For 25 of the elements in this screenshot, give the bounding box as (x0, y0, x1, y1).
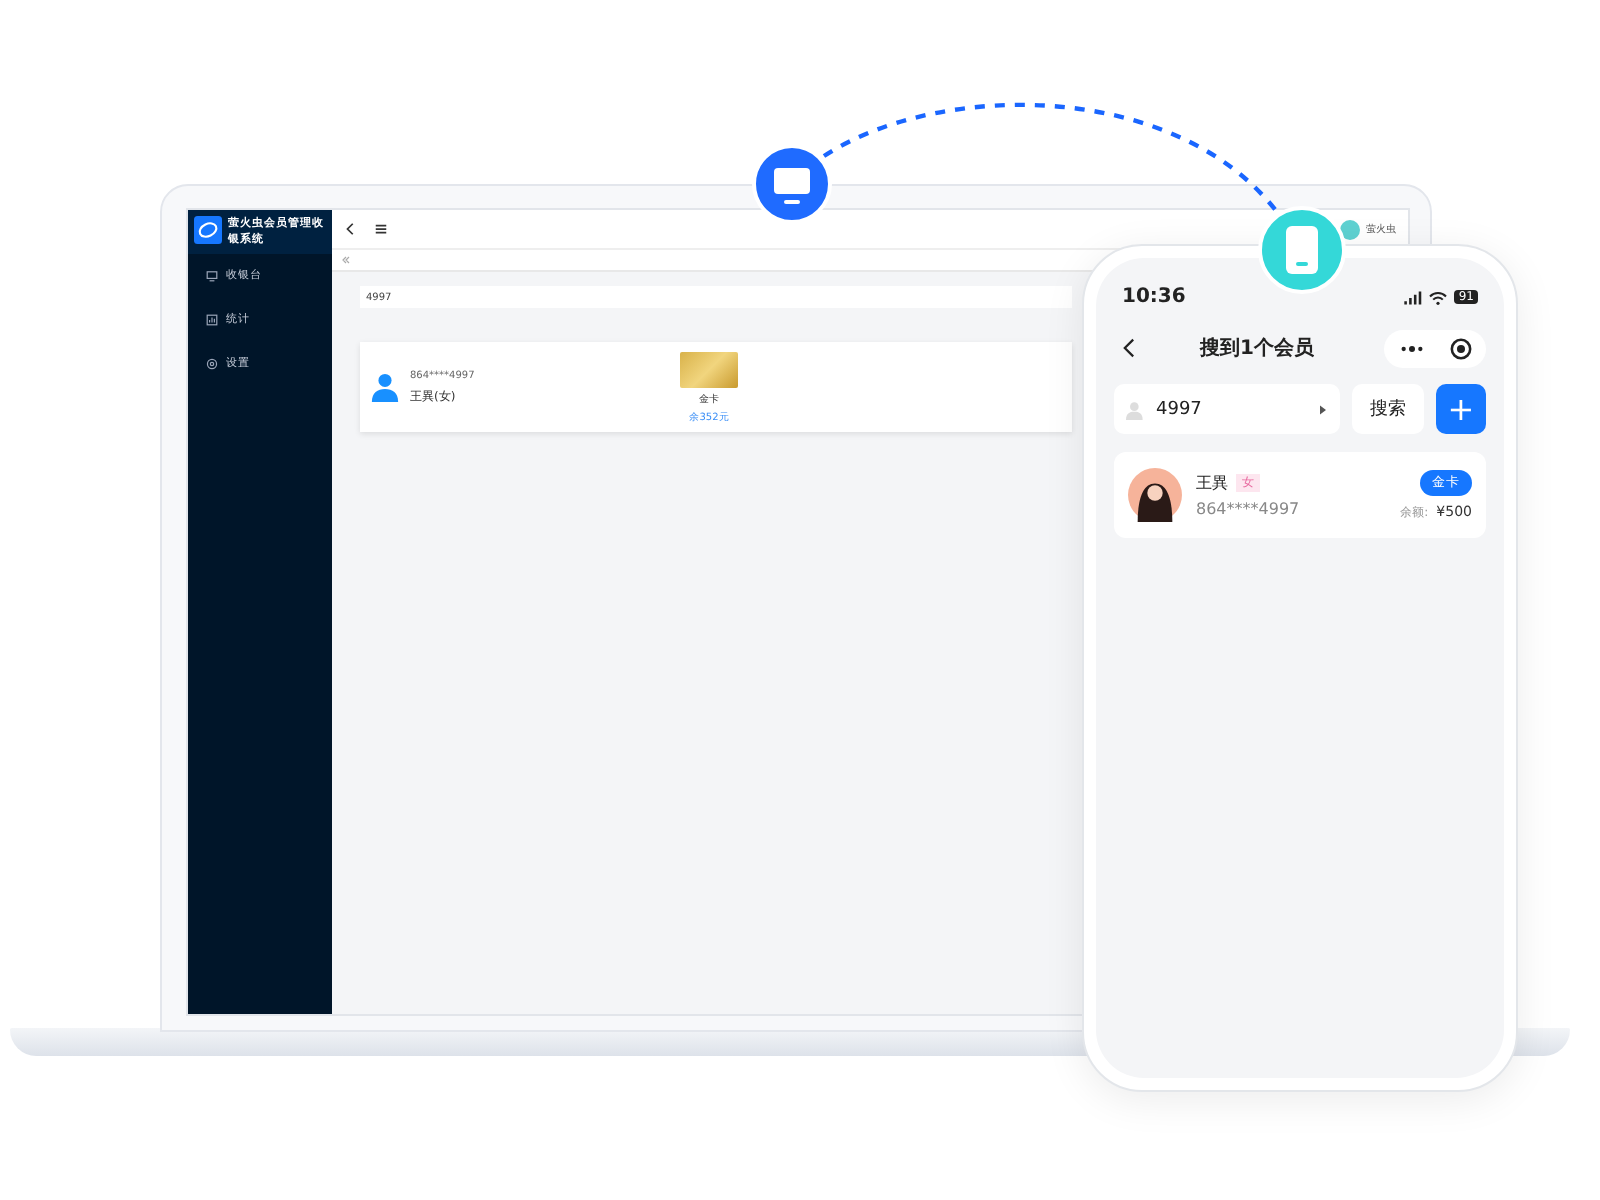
logo-icon (194, 216, 222, 244)
back-icon[interactable] (1122, 336, 1136, 360)
avatar-icon (1128, 468, 1182, 522)
member-name: 王異 (1196, 472, 1228, 494)
settings-icon (206, 357, 218, 369)
page-title: 搜到1个会员 (1200, 335, 1314, 362)
collapse-icon[interactable] (344, 222, 358, 236)
member-phone: 864****4997 (1196, 500, 1300, 518)
search-field[interactable]: 4997 (1114, 384, 1340, 434)
chart-icon (206, 313, 218, 325)
monitor-icon (206, 269, 218, 281)
card-image (680, 351, 738, 387)
search-button[interactable]: 搜索 (1352, 384, 1424, 434)
avatar-icon (1340, 219, 1360, 239)
capsule-menu[interactable] (1384, 329, 1486, 367)
signal-icon (1402, 289, 1423, 305)
wifi-icon (1428, 289, 1449, 305)
add-button[interactable]: + (1436, 384, 1486, 434)
target-icon[interactable] (1450, 337, 1472, 359)
status-time: 10:36 (1122, 286, 1186, 308)
more-icon[interactable] (1398, 343, 1426, 353)
menu-icon[interactable] (374, 222, 388, 236)
person-icon (370, 372, 400, 402)
play-icon (1318, 403, 1328, 415)
person-search-icon (1126, 399, 1146, 419)
